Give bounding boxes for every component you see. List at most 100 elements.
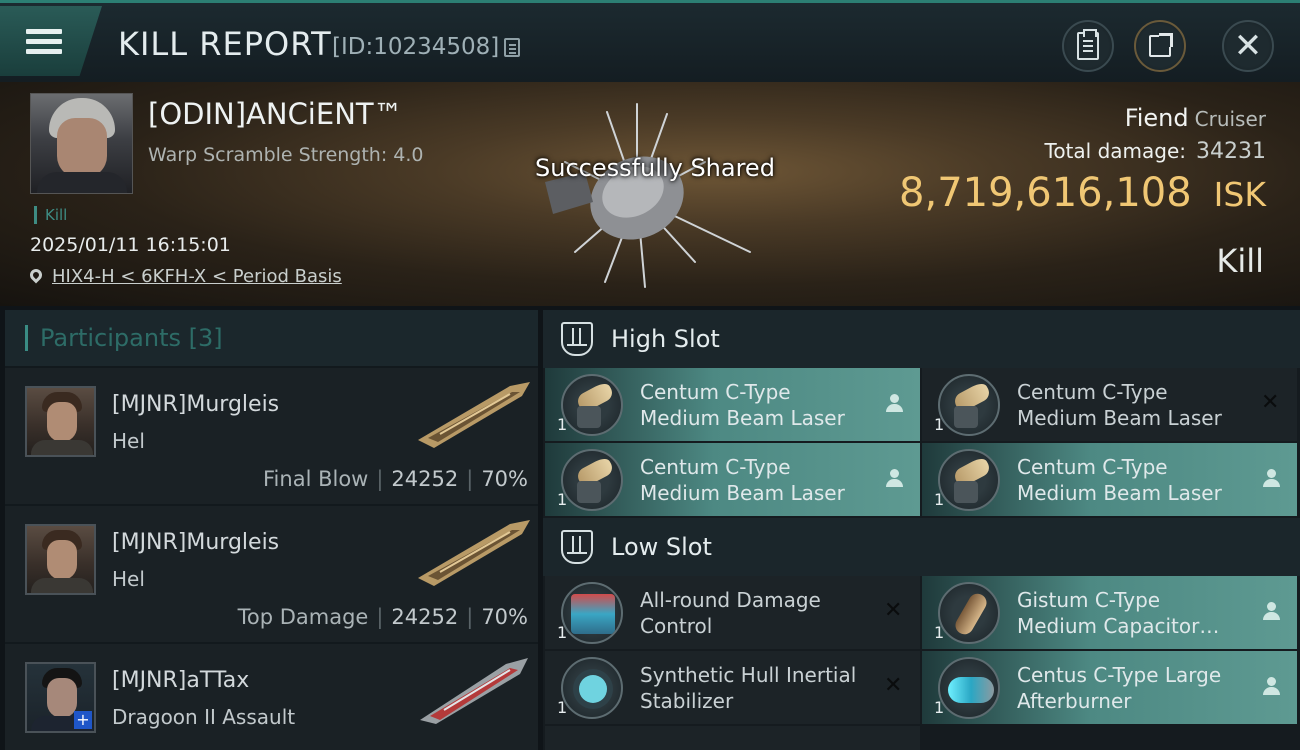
module-name: Centum C-Type Medium Beam Laser [640, 379, 880, 431]
module-name: Centum C-Type Medium Beam Laser [640, 454, 880, 506]
module-qty: 1 [934, 623, 945, 642]
module-item[interactable]: 1 Centum C-Type Medium Beam Laser [922, 443, 1297, 516]
location-text[interactable]: HIX4-H < 6KFH-X < Period Basis [52, 266, 342, 287]
participant-damage: 24252 [391, 467, 459, 491]
module-qty: 1 [934, 490, 945, 509]
laser-icon [561, 449, 623, 511]
module-qty: 1 [557, 415, 568, 434]
module-item[interactable]: 1 Centum C-Type Medium Beam Laser ✕ [922, 368, 1297, 441]
user-icon [1261, 675, 1283, 697]
participants-count: [3] [188, 324, 223, 352]
location-link[interactable]: HIX4-H < 6KFH-X < Period Basis [27, 266, 342, 287]
participants-panel: Participants [3] [MJNR]Murgleis Hel Fina… [5, 310, 538, 750]
menu-button[interactable] [0, 6, 102, 76]
module-name: Synthetic Hull Inertial Stabilizer [640, 662, 880, 714]
victim-name[interactable]: [ODIN]ANCiENT™ [148, 97, 403, 131]
page-title: KILL REPORT [118, 25, 332, 63]
module-item[interactable]: 1 Centum C-Type Medium Beam Laser [545, 443, 920, 516]
report-id: [ID:10234508] [332, 34, 500, 60]
module-qty: 1 [557, 490, 568, 509]
copy-icon[interactable] [504, 38, 520, 57]
module-name: Gistum C-Type Medium Capacitor… [1017, 587, 1257, 639]
ship-name[interactable]: Fiend Cruiser [1125, 104, 1266, 132]
close-icon: ✕ [1233, 26, 1263, 66]
victim-avatar[interactable] [30, 93, 133, 194]
module-name-line1: Centum C-Type [640, 380, 791, 404]
close-icon: ✕ [1261, 390, 1280, 415]
low-slot-icon [561, 530, 593, 564]
module-qty: 1 [557, 698, 568, 717]
participant-percent: 70% [481, 467, 528, 491]
module-item[interactable]: 1 Synthetic Hull Inertial Stabilizer ✕ [545, 651, 920, 724]
module-qty: 1 [557, 623, 568, 642]
module-item[interactable]: 1 Centus C-Type Large Afterburner [922, 651, 1297, 724]
module-name-line2: Medium Capacitor… [1017, 614, 1220, 638]
module-name-line2: Control [640, 614, 713, 638]
close-icon: ✕ [884, 598, 903, 623]
share-button[interactable] [1134, 20, 1186, 72]
top-bar: KILL REPORT [ID:10234508] ✕ [0, 0, 1300, 82]
module-name: Centum C-Type Medium Beam Laser [1017, 454, 1257, 506]
participant-ship: Dragoon II Assault [112, 705, 296, 729]
participant-damage: 24252 [391, 605, 459, 629]
ship-thumbnail [420, 658, 528, 724]
clipboard-button[interactable] [1062, 20, 1114, 72]
module-name-line2: Medium Beam Laser [1017, 406, 1222, 430]
laser-icon [561, 374, 623, 436]
module-name-line1: Synthetic Hull Inertial [640, 663, 857, 687]
close-icon: ✕ [884, 673, 903, 698]
participant-row[interactable]: [MJNR]Murgleis Hel Final Blow | 24252 | 70% [5, 368, 538, 504]
module-name-line2: Stabilizer [640, 689, 734, 713]
participant-ship: Hel [112, 429, 145, 453]
module-name-line1: Centum C-Type [640, 455, 791, 479]
laser-icon [938, 374, 1000, 436]
kill-tag: Kill [34, 206, 67, 224]
module-item[interactable]: 1 All-round Damage Control ✕ [545, 576, 920, 649]
avatar[interactable] [25, 524, 96, 595]
stabilizer-icon [561, 657, 623, 719]
module-item[interactable]: 1 Centum C-Type Medium Beam Laser [545, 368, 920, 441]
participant-label: Final Blow [263, 467, 369, 491]
total-damage-label: Total damage: [1044, 139, 1187, 163]
result-label: Kill [1216, 242, 1264, 280]
participants-title: Participants [40, 324, 181, 352]
module-name-line2: Medium Beam Laser [640, 406, 845, 430]
kill-summary: [ODIN]ANCiENT™ Warp Scramble Strength: 4… [0, 82, 1300, 306]
module-name-line2: Medium Beam Laser [1017, 481, 1222, 505]
close-button[interactable]: ✕ [1222, 20, 1274, 72]
participant-stats: Final Blow | 24252 | 70% [263, 467, 528, 491]
avatar[interactable] [25, 386, 96, 457]
module-item[interactable]: 1 Gistum C-Type Medium Capacitor… [922, 576, 1297, 649]
capacitor-icon [938, 582, 1000, 644]
module-item-partial[interactable] [545, 726, 920, 750]
module-name-line2: Medium Beam Laser [640, 481, 845, 505]
kill-datetime: 2025/01/11 16:15:01 [30, 234, 231, 256]
module-name-line1: Gistum C-Type [1017, 588, 1161, 612]
damage-control-icon [561, 582, 623, 644]
module-name-line1: Centus C-Type Large [1017, 663, 1222, 687]
participant-name: [MJNR]aTTax [112, 668, 250, 693]
participant-ship: Hel [112, 567, 145, 591]
plus-icon: + [74, 711, 92, 729]
module-qty: 1 [934, 415, 945, 434]
high-slot-title: High Slot [611, 325, 720, 353]
participant-stats: Top Damage | 24252 | 70% [237, 605, 528, 629]
share-icon [1149, 33, 1173, 57]
participants-header: Participants [3] [5, 310, 538, 366]
ship-thumbnail [418, 520, 530, 586]
user-icon [884, 392, 906, 414]
victim-subtitle: Warp Scramble Strength: 4.0 [148, 144, 424, 166]
clipboard-icon [1077, 29, 1099, 60]
participant-row[interactable]: [MJNR]Murgleis Hel Top Damage | 24252 | 70% [5, 506, 538, 642]
ship-thumbnail [418, 382, 530, 448]
avatar[interactable]: + [25, 662, 96, 733]
total-damage: Total damage: 34231 [1045, 139, 1267, 164]
low-slot-title: Low Slot [611, 533, 712, 561]
participant-row[interactable]: + [MJNR]aTTax Dragoon II Assault [5, 644, 538, 750]
victim-ship-image [545, 103, 751, 288]
low-slot-header: Low Slot [543, 518, 1300, 576]
participant-label: Top Damage [237, 605, 369, 629]
fitting-panel: High Slot 1 Centum C-Type Medium Beam Las… [543, 310, 1300, 750]
module-name-line1: Centum C-Type [1017, 455, 1168, 479]
hamburger-icon [26, 24, 62, 59]
